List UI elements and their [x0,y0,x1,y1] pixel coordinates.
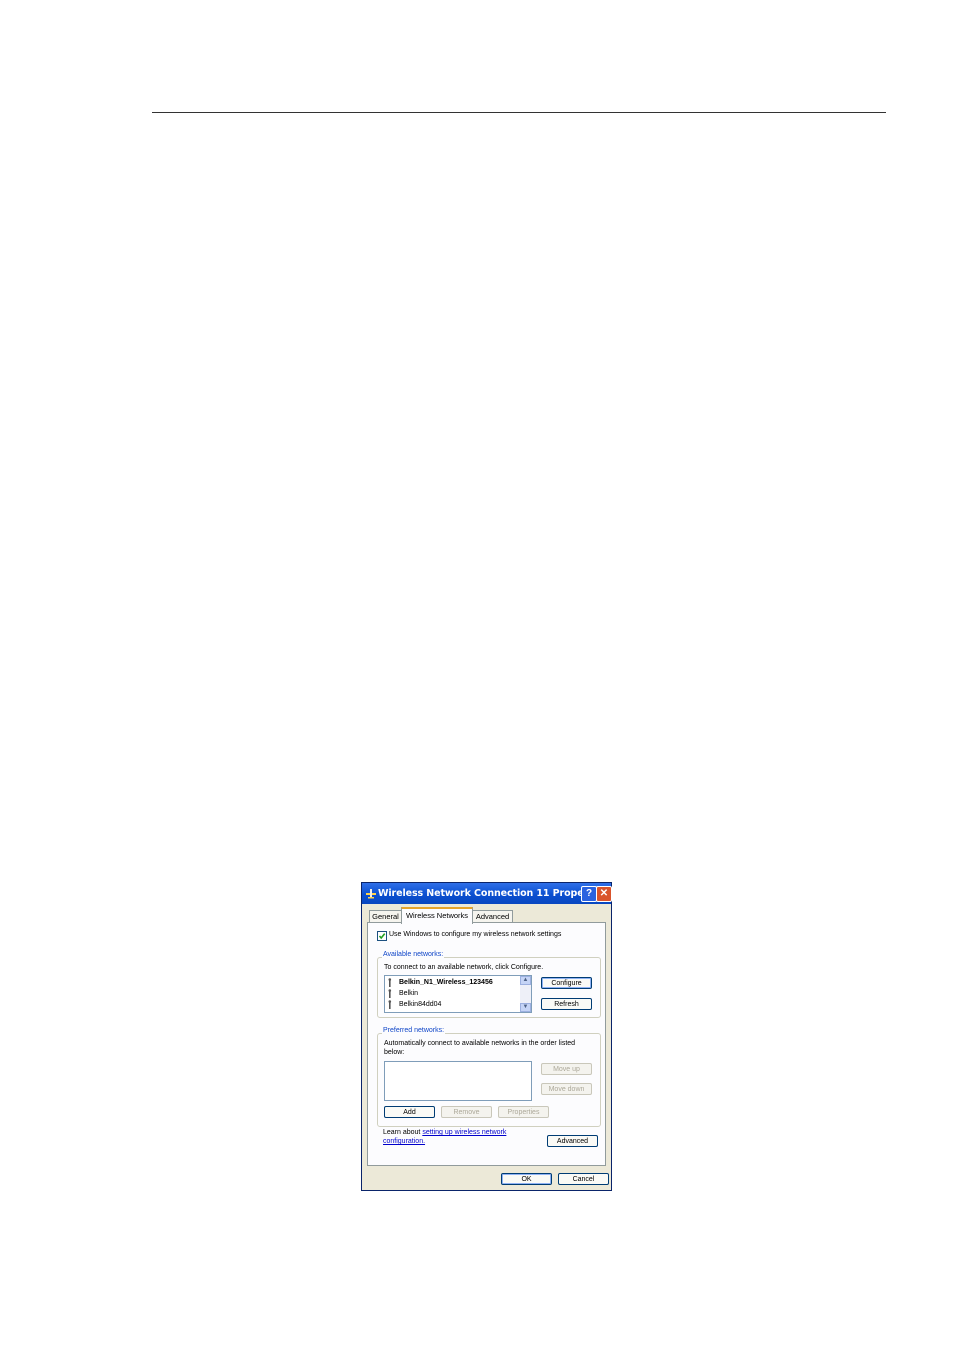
learn-about-text: Learn about setting up wireless network [383,1129,506,1136]
preferred-networks-description: Automatically connect to available netwo… [384,1040,576,1047]
dialog-title: Wireless Network Connection 11 Propertie… [378,888,608,899]
network-connection-icon [365,887,377,899]
available-networks-title: Available networks: [382,951,445,958]
network-name: Belkin_N1_Wireless_123456 [399,979,493,986]
checkmark-icon [378,933,386,940]
antenna-icon [387,999,393,1009]
properties-button[interactable]: Properties [498,1106,549,1118]
network-item[interactable]: Belkin84dd04 [387,999,441,1010]
tab-wireless-networks[interactable]: Wireless Networks [401,907,473,924]
advanced-button[interactable]: Advanced [547,1135,598,1147]
add-button[interactable]: Add [384,1106,435,1118]
network-item[interactable]: Belkin [387,988,418,999]
preferred-networks-title: Preferred networks: [382,1027,446,1034]
page-header-rule [152,112,886,113]
setup-wireless-link[interactable]: setting up wireless network [422,1129,506,1136]
ok-button[interactable]: OK [501,1173,552,1185]
setup-wireless-link-cont[interactable]: configuration. [383,1138,425,1145]
wireless-networks-panel: Use Windows to configure my wireless net… [367,922,606,1166]
configure-button[interactable]: Configure [541,977,592,989]
refresh-button[interactable]: Refresh [541,998,592,1010]
use-windows-label: Use Windows to configure my wireless net… [389,931,562,938]
network-item[interactable]: Belkin_N1_Wireless_123456 [387,977,493,988]
close-button[interactable]: ✕ [596,886,612,902]
scroll-down-icon[interactable]: ▼ [520,1003,531,1012]
cancel-button[interactable]: Cancel [558,1173,609,1185]
antenna-icon [387,977,393,987]
remove-button[interactable]: Remove [441,1106,492,1118]
scroll-up-icon[interactable]: ▲ [520,976,531,985]
dialog-titlebar[interactable]: Wireless Network Connection 11 Propertie… [362,883,612,904]
use-windows-checkbox[interactable] [377,931,387,941]
available-networks-list[interactable]: Belkin_N1_Wireless_123456 Belkin Belkin8… [384,975,532,1013]
wireless-properties-dialog: Wireless Network Connection 11 Propertie… [361,882,612,1191]
network-name: Belkin [399,990,419,997]
preferred-networks-description-cont: below: [384,1049,405,1056]
learn-about-prefix: Learn about [383,1129,423,1136]
available-networks-description: To connect to an available network, clic… [384,964,544,971]
preferred-networks-list[interactable] [384,1061,532,1101]
move-down-button[interactable]: Move down [541,1083,592,1095]
available-list-scrollbar[interactable]: ▲ ▼ [520,976,531,1012]
network-name: Belkin84dd04 [399,1001,442,1008]
antenna-icon [387,988,393,998]
move-up-button[interactable]: Move up [541,1063,592,1075]
help-button[interactable]: ? [581,886,597,902]
